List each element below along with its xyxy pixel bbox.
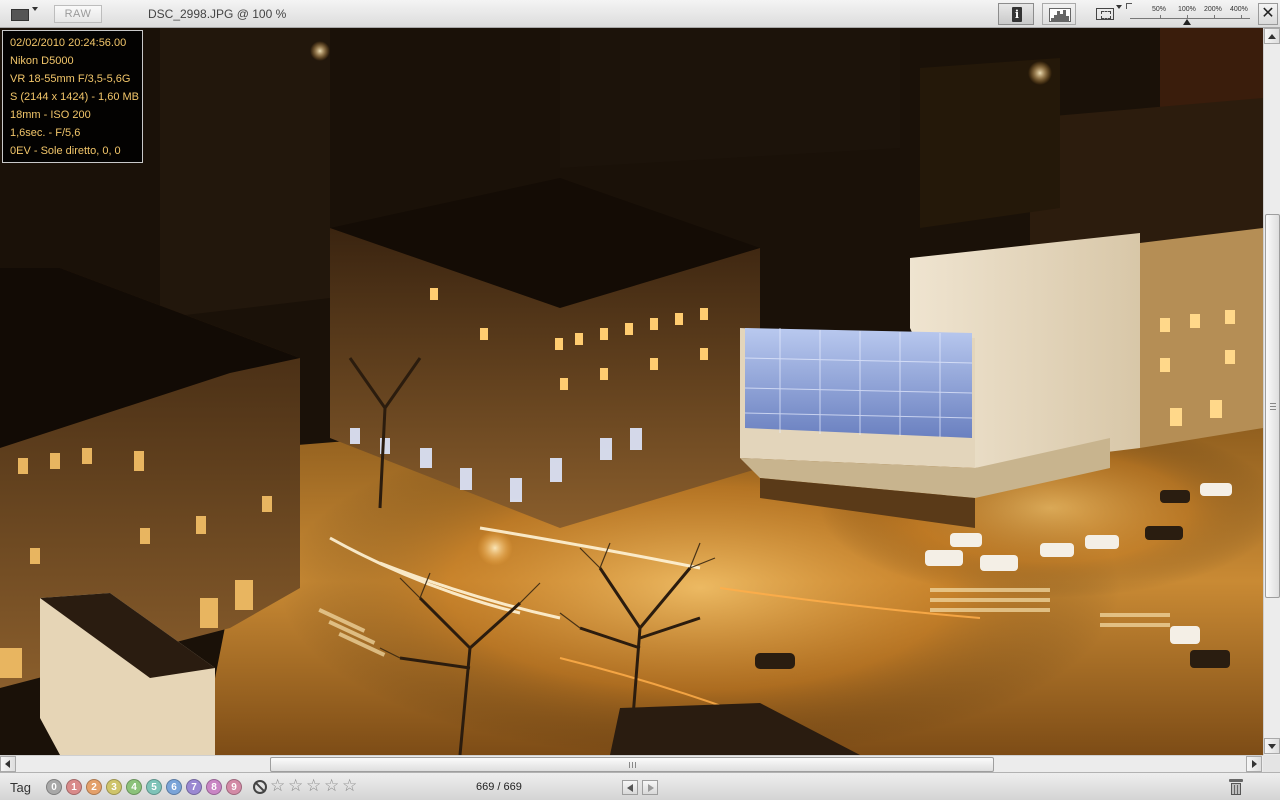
- trash-can-body: [1231, 783, 1241, 795]
- chevron-right-icon: [1252, 760, 1257, 768]
- exif-ev-wb: 0EV - Sole diretto, 0, 0: [10, 145, 121, 157]
- star-1-icon[interactable]: ☆: [270, 777, 285, 795]
- tag-2-button[interactable]: 2: [86, 779, 102, 795]
- exif-focal-iso: 18mm - ISO 200: [10, 109, 91, 121]
- star-2-icon[interactable]: ☆: [288, 777, 303, 795]
- horizontal-scroll-thumb[interactable]: [270, 757, 994, 772]
- scroll-right-button[interactable]: [1246, 756, 1262, 772]
- zoom-slider[interactable]: 50% 100% 200% 400%: [1126, 3, 1254, 25]
- vertical-scrollbar[interactable]: [1263, 28, 1280, 755]
- zoom-label-400: 400%: [1230, 6, 1248, 13]
- zoom-label-200: 200%: [1204, 6, 1222, 13]
- histogram-icon: [1049, 8, 1071, 22]
- next-arrow-icon: [648, 784, 654, 792]
- dropdown-arrow-icon: [32, 7, 38, 11]
- zoom-label-100: 100%: [1178, 6, 1196, 13]
- scroll-up-button[interactable]: [1264, 28, 1280, 44]
- bottom-bar: Tag 0123456789 ☆ ☆ ☆ ☆ ☆ 669 / 669: [0, 772, 1280, 800]
- scroll-down-button[interactable]: [1264, 738, 1280, 754]
- zoom-label-50: 50%: [1152, 6, 1167, 13]
- zoom-tick: [1160, 15, 1161, 19]
- fit-to-screen-button[interactable]: [1094, 5, 1122, 23]
- image-counter: 669 / 669: [476, 781, 522, 793]
- close-icon: ✕: [1261, 5, 1275, 22]
- no-rating-icon[interactable]: [253, 780, 267, 794]
- star-5-icon[interactable]: ☆: [342, 777, 357, 795]
- tag-3-button[interactable]: 3: [106, 779, 122, 795]
- background-color-swatch-icon: [11, 9, 29, 21]
- delete-button[interactable]: [1228, 778, 1244, 796]
- zoom-thumb[interactable]: [1183, 19, 1191, 25]
- file-title: DSC_2998.JPG @ 100 %: [148, 7, 287, 21]
- raw-button[interactable]: RAW: [54, 5, 102, 23]
- exif-info-panel: 02/02/2010 20:24:56.00 Nikon D5000 VR 18…: [2, 30, 143, 163]
- zoom-tick: [1214, 15, 1215, 19]
- next-image-button[interactable]: [642, 780, 658, 795]
- tag-9-button[interactable]: 9: [226, 779, 242, 795]
- exif-camera: Nikon D5000: [10, 55, 74, 67]
- exif-datetime: 02/02/2010 20:24:56.00: [10, 37, 127, 49]
- info-icon: i: [1012, 7, 1022, 22]
- tag-4-button[interactable]: 4: [126, 779, 142, 795]
- histogram-toggle-button[interactable]: [1042, 3, 1076, 25]
- tag-5-button[interactable]: 5: [146, 779, 162, 795]
- info-toggle-button[interactable]: i: [998, 3, 1034, 25]
- tag-1-button[interactable]: 1: [66, 779, 82, 795]
- tag-8-button[interactable]: 8: [206, 779, 222, 795]
- chevron-left-icon: [5, 760, 10, 768]
- chevron-down-icon: [1268, 744, 1276, 749]
- scrollbar-corner: [1263, 755, 1280, 772]
- photo-night-city-square: [0, 28, 1263, 755]
- fit-to-screen-icon: [1096, 8, 1114, 20]
- horizontal-scrollbar[interactable]: [0, 755, 1263, 772]
- tag-7-button[interactable]: 7: [186, 779, 202, 795]
- zoom-corner-icon: [1126, 3, 1132, 9]
- exif-exposure: 1,6sec. - F/5,6: [10, 127, 81, 139]
- exif-lens: VR 18-55mm F/3,5-5,6G: [10, 73, 131, 85]
- zoom-tick: [1241, 15, 1242, 19]
- vertical-scroll-thumb[interactable]: [1265, 214, 1280, 598]
- trash-icon: [1229, 779, 1243, 782]
- tag-label: Tag: [10, 780, 31, 795]
- star-4-icon[interactable]: ☆: [324, 777, 339, 795]
- previous-arrow-icon: [627, 784, 633, 792]
- scroll-left-button[interactable]: [0, 756, 16, 772]
- close-button[interactable]: ✕: [1258, 3, 1278, 25]
- tag-6-button[interactable]: 6: [166, 779, 182, 795]
- top-toolbar: RAW DSC_2998.JPG @ 100 % i 50% 100% 200%…: [0, 0, 1280, 28]
- exif-size: S (2144 x 1424) - 1,60 MB: [10, 91, 140, 103]
- dropdown-arrow-icon: [1116, 5, 1122, 9]
- background-color-button[interactable]: [4, 4, 38, 24]
- tag-0-button[interactable]: 0: [46, 779, 62, 795]
- star-3-icon[interactable]: ☆: [306, 777, 321, 795]
- grip-icon: [629, 762, 636, 768]
- chevron-up-icon: [1268, 34, 1276, 39]
- image-viewport[interactable]: [0, 28, 1263, 755]
- grip-icon: [1270, 403, 1276, 410]
- previous-image-button[interactable]: [622, 780, 638, 795]
